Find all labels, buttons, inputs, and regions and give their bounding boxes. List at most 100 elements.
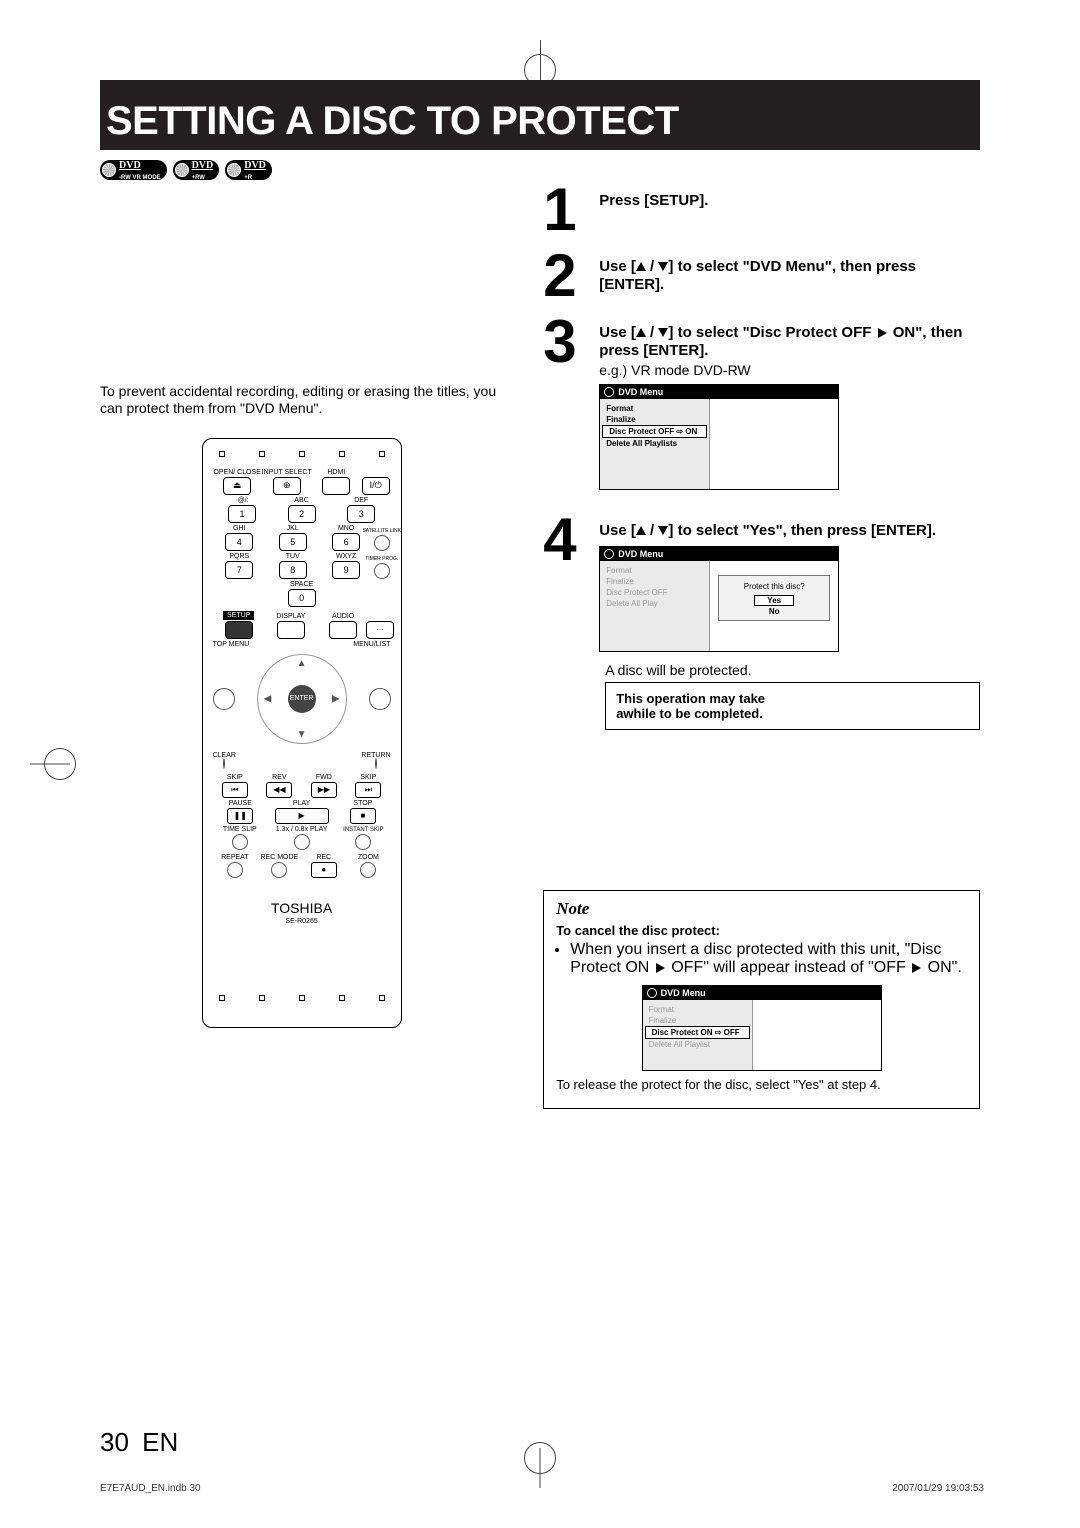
note-tail: To release the protect for the disc, sel… bbox=[556, 1077, 967, 1093]
remote-key-5: 5 bbox=[279, 533, 307, 551]
remote-btn-setup bbox=[225, 621, 253, 639]
arrow-up-icon: ▲ bbox=[297, 658, 307, 669]
remote-label-skip-l: SKIP bbox=[227, 774, 243, 781]
remote-label-hdmi: HDMI bbox=[327, 469, 345, 476]
badge-dvd-rw-vr: DVD-RW VR MODE bbox=[100, 160, 167, 180]
remote-btn-stop: ■ bbox=[350, 808, 376, 824]
remote-btn-pause: ❚❚ bbox=[227, 808, 253, 824]
remote-btn-timer bbox=[374, 563, 390, 579]
remote-label-satellite: SATELLITE LINK bbox=[362, 529, 401, 534]
dvd-menu4-title: DVD Menu bbox=[618, 549, 663, 559]
remote-label-pause: PAUSE bbox=[229, 800, 252, 807]
remote-label-sym: ·@/: bbox=[235, 497, 248, 504]
arrow-down-icon: ▼ bbox=[297, 729, 307, 740]
remote-label-zoom: ZOOM bbox=[358, 854, 379, 861]
popup-no: No bbox=[754, 607, 794, 616]
badge-dvd-plus-rw: DVD+RW bbox=[173, 160, 220, 180]
crop-circle-left bbox=[44, 748, 76, 780]
header-bar: SETTING A DISC TO PROTECT bbox=[100, 80, 980, 150]
remote-btn-skipR: ⏭ bbox=[355, 782, 381, 798]
remote-label-skip-r: SKIP bbox=[360, 774, 376, 781]
step-4-number: 4 bbox=[543, 516, 587, 730]
step-3-text: Use [ / ] to select "Disc Protect OFF ON… bbox=[599, 324, 962, 359]
remote-btn-rev: ◀◀ bbox=[266, 782, 292, 798]
remote-label-repeat: REPEAT bbox=[221, 854, 249, 861]
t2b: / bbox=[646, 258, 659, 275]
arrow-right-icon bbox=[878, 328, 887, 338]
remote-key-6: 6 bbox=[332, 533, 360, 551]
note-menu-title: DVD Menu bbox=[661, 988, 706, 998]
remote-btn-display bbox=[277, 621, 305, 639]
remote-key-7: 7 bbox=[225, 561, 253, 579]
disc-icon bbox=[647, 988, 657, 998]
disc-compatibility-badges: DVD-RW VR MODE DVD+RW DVD+R bbox=[100, 160, 980, 180]
remote-label-display: DISPLAY bbox=[276, 613, 305, 620]
remote-key-9: 9 bbox=[332, 561, 360, 579]
remote-btn-zoom bbox=[360, 862, 376, 878]
menu4-item-2: Disc Protect OFF bbox=[600, 587, 709, 598]
remote-key-4: 4 bbox=[225, 533, 253, 551]
remote-label-def: DEF bbox=[354, 497, 368, 504]
note-bullets: When you insert a disc protected with th… bbox=[556, 941, 967, 977]
remote-btn-subtitle: ⋯ bbox=[366, 621, 394, 639]
arrow-right-icon: ▶ bbox=[332, 693, 340, 704]
menu3-item-1: Finalize bbox=[600, 414, 709, 425]
t4b: / bbox=[646, 522, 659, 539]
remote-label-ghi: GHI bbox=[233, 525, 245, 532]
step4-note-a: This operation may take bbox=[616, 691, 765, 706]
remote-label-timeslip: TIME SLIP bbox=[223, 826, 257, 833]
triangle-up-icon bbox=[636, 262, 646, 271]
remote-btn-repeat bbox=[227, 862, 243, 878]
arrow-right-icon bbox=[912, 963, 921, 973]
popup-yes: Yes bbox=[754, 595, 794, 606]
t4a: Use [ bbox=[599, 522, 636, 539]
disc-icon bbox=[604, 387, 614, 397]
crop-circle-bottom bbox=[524, 1442, 556, 1474]
dvd-menu-screenshot-step3: DVD Menu Format Finalize Disc Protect OF… bbox=[599, 384, 839, 490]
note-b1b: OFF" will appear instead of "OFF bbox=[667, 959, 910, 976]
note-menu-item-1: Finalize bbox=[643, 1015, 752, 1026]
remote-btn-play: ▶ bbox=[275, 808, 329, 824]
popup-question: Protect this disc? bbox=[744, 582, 805, 591]
note-heading: Note bbox=[556, 899, 967, 919]
menu3-item-3: Delete All Playlists bbox=[600, 438, 709, 449]
arrow-left-icon: ◀ bbox=[264, 693, 272, 704]
remote-control-illustration: OPEN/ CLOSE⏏ INPUT SELECT⊕ HDMI I/⏻ ·@/:… bbox=[202, 438, 402, 1028]
dvd-menu4-popup: Protect this disc? Yes No bbox=[718, 575, 830, 621]
step-4: 4 Use [ / ] to select "Yes", then press … bbox=[543, 516, 980, 730]
remote-key-1: 1 bbox=[228, 505, 256, 523]
note-dvd-menu: DVD Menu Format Finalize Disc Protect ON… bbox=[642, 985, 882, 1071]
page-number: 30 EN bbox=[100, 1427, 178, 1458]
t3b: / bbox=[646, 324, 659, 341]
remote-label-jkl: JKL bbox=[287, 525, 299, 532]
dvd-menu3-nav: Format Finalize Disc Protect OFF ⇨ ON De… bbox=[600, 399, 710, 489]
page-title: SETTING A DISC TO PROTECT bbox=[106, 99, 679, 144]
step-4-text: Use [ / ] to select "Yes", then press [E… bbox=[599, 522, 936, 539]
step-3: 3 Use [ / ] to select "Disc Protect OFF … bbox=[543, 318, 980, 490]
t4c: ] to select "Yes", then press [ENTER]. bbox=[668, 522, 936, 539]
step-1-number: 1 bbox=[543, 186, 587, 234]
step-1: 1 Press [SETUP]. bbox=[543, 186, 980, 234]
remote-key-3: 3 bbox=[347, 505, 375, 523]
note-subhead: To cancel the disc protect: bbox=[556, 923, 720, 938]
footer-left: E7E7AUD_EN.indb 30 bbox=[100, 1483, 201, 1494]
step4-note-box: This operation may take awhile to be com… bbox=[605, 682, 980, 730]
remote-btn-input: ⊕ bbox=[273, 477, 301, 495]
remote-label-menulist: MENU/LIST bbox=[353, 641, 390, 648]
arrow-right-icon bbox=[656, 963, 665, 973]
content-area: SETTING A DISC TO PROTECT DVD-RW VR MODE… bbox=[100, 80, 980, 1408]
triangle-down-icon bbox=[658, 526, 668, 535]
remote-label-setup: SETUP bbox=[223, 611, 254, 620]
note-panel: Note To cancel the disc protect: When yo… bbox=[543, 890, 980, 1109]
badge-dvd-plus-r: DVD+R bbox=[225, 160, 272, 180]
remote-label-xplay: 1.3x / 0.8x PLAY bbox=[276, 826, 328, 833]
remote-label-rev: REV bbox=[272, 774, 286, 781]
step-3-subtext: e.g.) VR mode DVD-RW bbox=[599, 362, 980, 378]
remote-btn-open: ⏏ bbox=[223, 477, 251, 495]
remote-label-input: INPUT SELECT bbox=[262, 469, 312, 476]
remote-key-0: 0 bbox=[288, 589, 316, 607]
step-3-number: 3 bbox=[543, 318, 587, 490]
remote-btn-topmenu bbox=[213, 688, 235, 710]
remote-label-open-close: OPEN/ CLOSE bbox=[213, 469, 260, 476]
step-2-number: 2 bbox=[543, 252, 587, 300]
